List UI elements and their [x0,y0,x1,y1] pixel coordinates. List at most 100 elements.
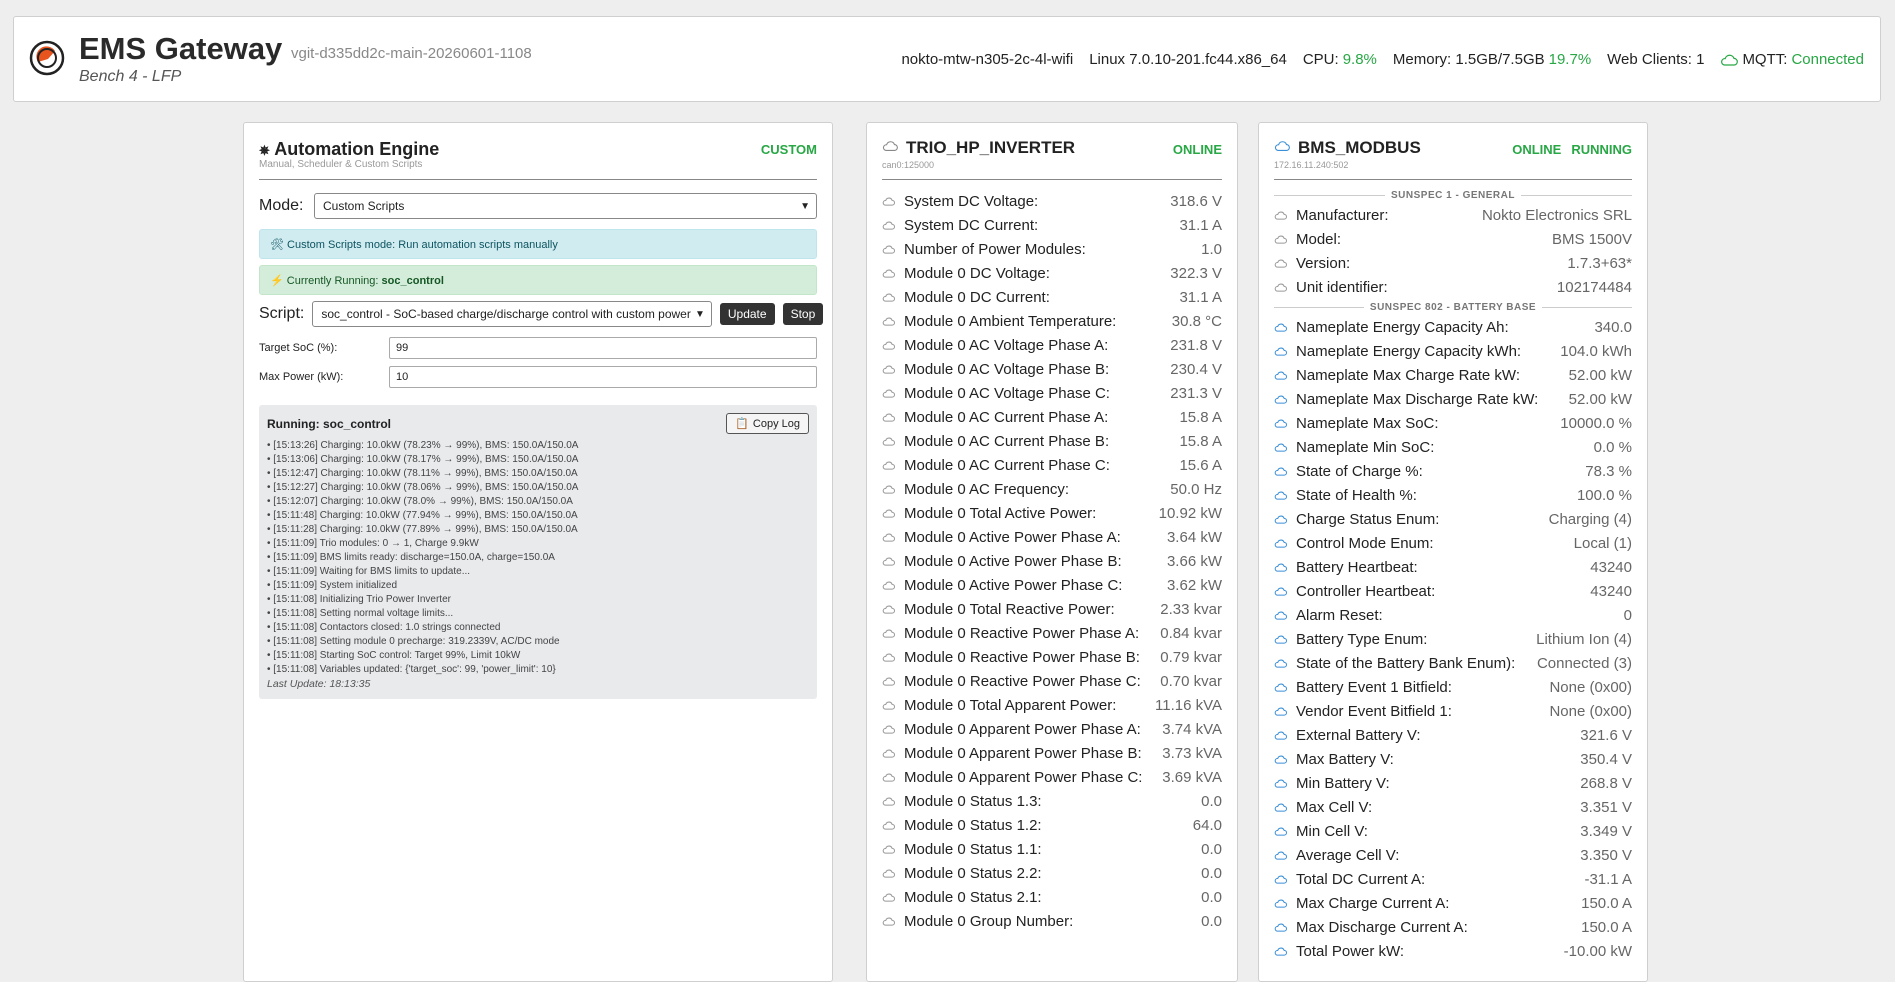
running-script-name: soc_control [381,275,444,287]
value-reading: 52.00 kW [1568,366,1632,384]
cloud-icon [882,773,904,782]
value-label: Module 0 Total Reactive Power: [904,600,1115,618]
log-line: • [15:11:09] BMS limits ready: discharge… [267,552,555,563]
value-reading: None (0x00) [1549,702,1632,720]
value-row: Module 0 AC Current Phase A: 15.8 A [882,405,1222,429]
value-row: System DC Voltage: 318.6 V [882,189,1222,213]
bms-address: 172.16.11.240:502 [1274,160,1349,170]
mqtt-label: MQTT: [1742,51,1788,68]
value-label: Version: [1296,254,1351,272]
value-reading: 3.350 V [1580,846,1632,864]
memory-percent: 19.7% [1548,51,1592,68]
value-row: External Battery V: 321.6 V [1274,723,1632,747]
cloud-icon [1274,659,1296,668]
value-row: Nameplate Energy Capacity Ah: 340.0 [1274,315,1632,339]
value-row: Module 0 DC Voltage: 322.3 V [882,261,1222,285]
cloud-icon [882,701,904,710]
value-row: Battery Heartbeat: 43240 [1274,555,1632,579]
value-reading: 10000.0 % [1560,414,1632,432]
value-row: Module 0 Apparent Power Phase B: 3.73 kVA [882,741,1222,765]
target-soc-input[interactable]: 99 [389,337,817,359]
chevron-down-icon: ▼ [694,309,705,320]
value-label: Nameplate Min SoC: [1296,438,1435,456]
value-reading: 231.3 V [1170,384,1222,402]
cloud-icon [1274,563,1296,572]
value-row: Module 0 DC Current: 31.1 A [882,285,1222,309]
log-line: • [15:11:09] Trio modules: 0 → 1, Charge… [267,538,479,549]
value-reading: 3.74 kVA [1162,720,1222,738]
value-row: Version: 1.7.3+63* [1274,251,1632,275]
mode-select-value: Custom Scripts [323,199,405,213]
value-reading: 3.66 kW [1166,552,1222,570]
value-label: Module 0 AC Frequency: [904,480,1070,498]
cloud-icon [1274,259,1296,268]
cloud-icon [882,413,904,422]
mode-select[interactable]: Custom Scripts ▼ [314,193,817,219]
value-reading: BMS 1500V [1551,230,1632,248]
cloud-icon [1274,140,1290,154]
cloud-icon [1274,467,1296,476]
bms-states: ONLINE RUNNING [1512,142,1632,157]
value-reading: 3.64 kW [1166,528,1222,546]
stop-button[interactable]: Stop [782,303,824,325]
value-row: Max Discharge Current A: 150.0 A [1274,915,1632,939]
cloud-icon [882,653,904,662]
cloud-icon [1274,235,1296,244]
divider [259,179,817,180]
mode-row: Mode: Custom Scripts ▼ [259,193,817,219]
script-select[interactable]: soc_control - SoC-based charge/discharge… [312,301,712,327]
value-row: Manufacturer: Nokto Electronics SRL [1274,203,1632,227]
value-row: Module 0 Reactive Power Phase B: 0.79 kva… [882,645,1222,669]
mode-info-alert: 🛠 Custom Scripts mode: Run automation sc… [259,229,817,259]
value-row: Controller Heartbeat: 43240 [1274,579,1632,603]
update-button[interactable]: Update [719,303,775,325]
value-label: Module 0 Status 1.1: [904,840,1042,858]
section-title: SUNSPEC 802 - BATTERY BASE [1369,301,1537,313]
chevron-down-icon: ▼ [800,201,810,212]
value-row: Control Mode Enum: Local (1) [1274,531,1632,555]
log-line: • [15:13:26] Charging: 10.0kW (78.23% → … [267,440,579,451]
header-bar: EMS Gateway vgit-d335dd2c-main-20260601-… [13,16,1881,102]
value-reading: 150.0 A [1581,918,1632,936]
value-reading: 0.84 kvar [1160,624,1222,642]
cloud-icon [882,797,904,806]
section-header: SUNSPEC 1 - GENERAL [1274,187,1632,203]
cloud-icon [1274,923,1296,932]
value-row: Nameplate Min SoC: 0.0 % [1274,435,1632,459]
value-row: Nameplate Max Discharge Rate kW: 52.00 kW [1274,387,1632,411]
cloud-icon [882,581,904,590]
inverter-panel: TRIO_HP_INVERTER can0:125000 ONLINE Syst… [866,122,1238,982]
value-label: External Battery V: [1296,726,1421,744]
copy-log-button[interactable]: 📋 Copy Log [726,413,809,434]
log-line: • [15:12:07] Charging: 10.0kW (78.0% → 9… [267,496,573,507]
value-reading: 2.33 kvar [1160,600,1222,618]
value-label: Charge Status Enum: [1296,510,1440,528]
value-reading: 52.00 kW [1568,390,1632,408]
value-label: Module 0 Total Active Power: [904,504,1097,522]
value-label: Manufacturer: [1296,206,1389,224]
value-label: Module 0 Active Power Phase B: [904,552,1122,570]
value-row: Module 0 AC Current Phase B: 15.8 A [882,429,1222,453]
cloud-icon [1274,707,1296,716]
value-reading: 15.6 A [1179,456,1222,474]
max-power-input[interactable]: 10 [389,366,817,388]
value-label: Module 0 Total Apparent Power: [904,696,1117,714]
value-label: Module 0 Status 1.2: [904,816,1042,834]
value-label: Min Cell V: [1296,822,1368,840]
mqtt-connection-status: Connected [1791,51,1864,68]
value-reading: 150.0 A [1581,894,1632,912]
cloud-icon [882,509,904,518]
cloud-icon [882,893,904,902]
value-label: Nameplate Max Discharge Rate kW: [1296,390,1539,408]
value-label: Nameplate Max SoC: [1296,414,1439,432]
cloud-icon [1274,731,1296,740]
value-row: Nameplate Max Charge Rate kW: 52.00 kW [1274,363,1632,387]
value-label: Module 0 AC Voltage Phase A: [904,336,1109,354]
divider [1274,179,1632,180]
value-reading: 321.6 V [1580,726,1632,744]
value-reading: 268.8 V [1580,774,1632,792]
value-row: Module 0 AC Frequency: 50.0 Hz [882,477,1222,501]
cloud-icon [1274,827,1296,836]
inverter-values: System DC Voltage: 318.6 V System DC Curre… [882,189,1222,933]
value-row: Alarm Reset: 0 [1274,603,1632,627]
